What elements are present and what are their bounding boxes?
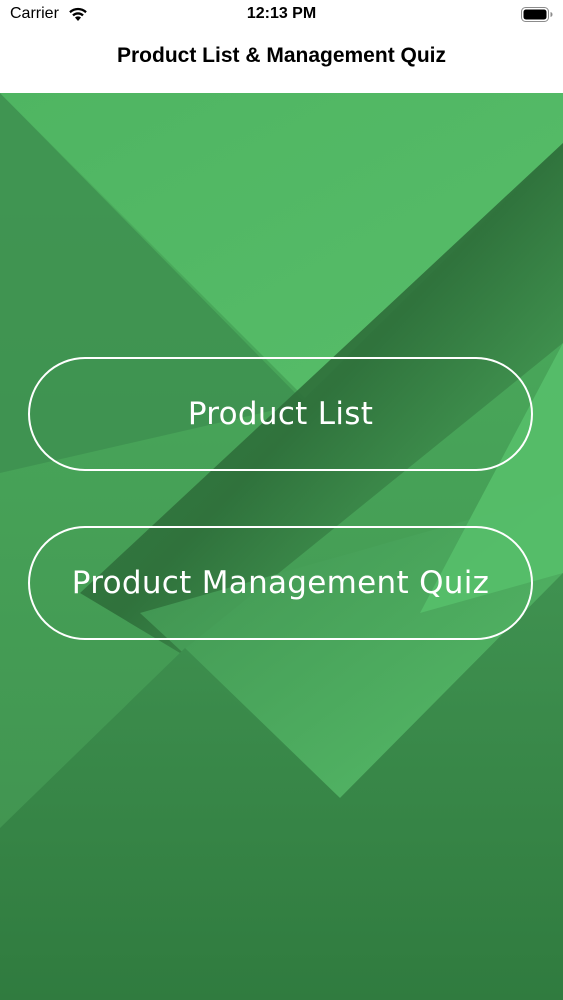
product-list-button-label: Product List (187, 396, 374, 432)
page-title: Product List & Management Quiz (116, 44, 447, 67)
product-management-quiz-button[interactable]: Product Management Quiz (28, 526, 533, 640)
status-time: 12:13 PM (246, 5, 317, 22)
main-content: Product List Product Management Quiz (0, 93, 563, 1000)
product-list-button[interactable]: Product List (28, 357, 533, 471)
battery-icon (521, 7, 553, 22)
status-bar: Carrier 12:13 PM (0, 0, 563, 30)
product-management-quiz-button-label: Product Management Quiz (71, 565, 490, 601)
navigation-bar: Product List & Management Quiz (0, 30, 563, 93)
